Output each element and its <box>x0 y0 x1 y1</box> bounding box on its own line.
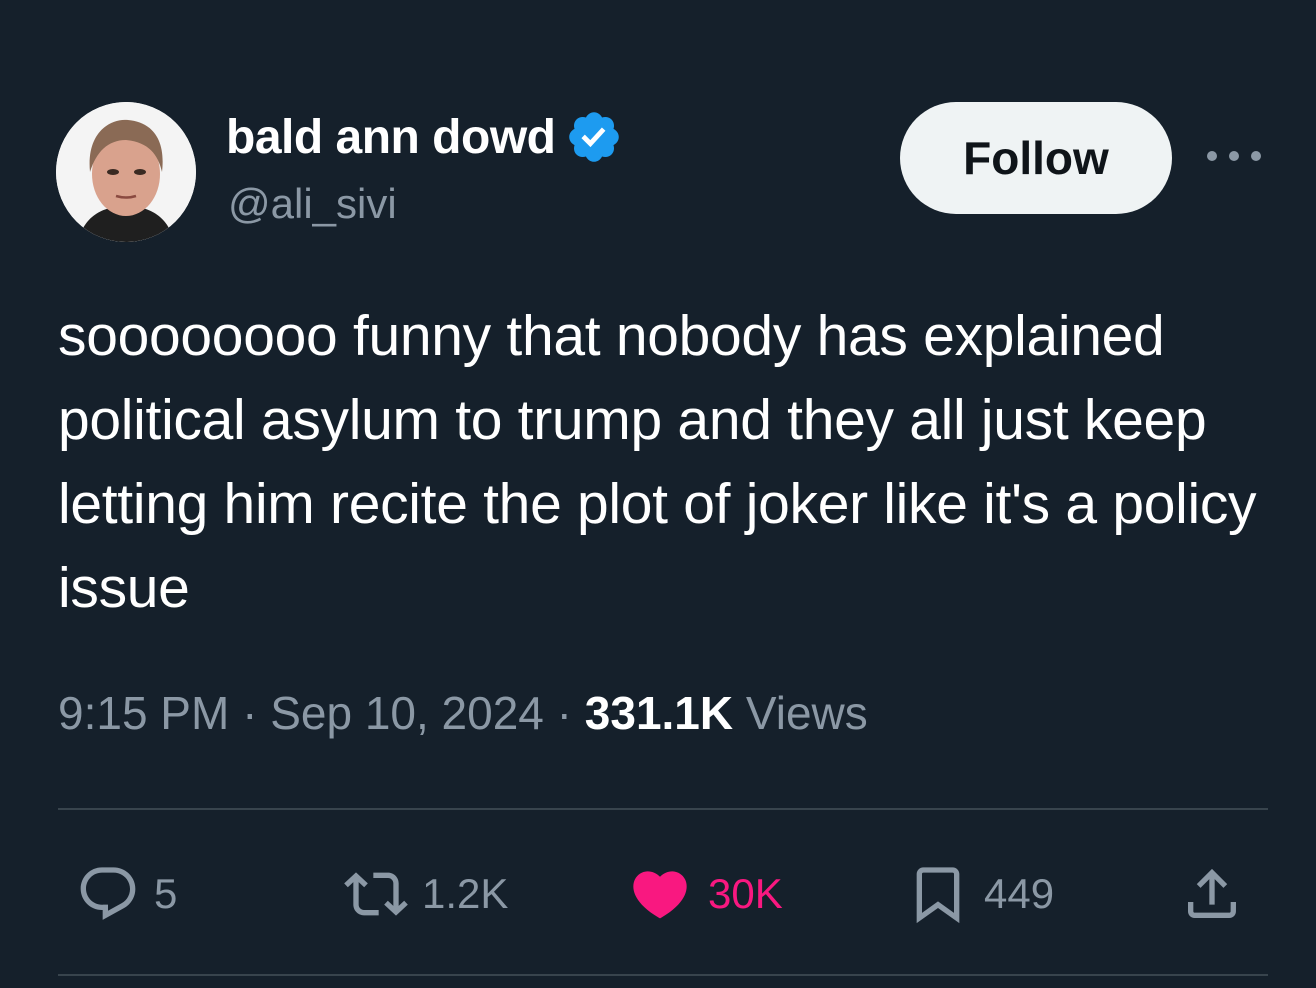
display-name-row: bald ann dowd <box>226 108 623 166</box>
user-handle[interactable]: @ali_sivi <box>228 180 397 228</box>
tweet-time[interactable]: 9:15 PM <box>58 687 229 739</box>
divider <box>58 974 1268 976</box>
views-count[interactable]: 331.1K <box>585 687 733 739</box>
bookmark-count: 449 <box>984 870 1055 917</box>
like-button[interactable]: 30K <box>626 862 783 926</box>
tweet-meta: 9:15 PM · Sep 10, 2024 · 331.1K Views <box>58 686 868 740</box>
share-button[interactable] <box>1180 862 1244 926</box>
profile-photo-icon <box>56 102 196 242</box>
retweet-count: 1.2K <box>422 870 509 917</box>
meta-separator: · <box>242 687 258 739</box>
bookmark-button[interactable]: 449 <box>906 862 1054 926</box>
tweet-text: soooooooo funny that nobody has explaine… <box>58 304 1257 620</box>
follow-button[interactable]: Follow <box>900 102 1172 214</box>
avatar[interactable] <box>56 102 196 242</box>
like-count: 30K <box>708 870 783 917</box>
reply-count: 5 <box>154 870 178 917</box>
tweet-date[interactable]: Sep 10, 2024 <box>270 687 544 739</box>
retweet-button[interactable]: 1.2K <box>344 862 508 926</box>
bookmark-icon <box>916 867 960 924</box>
meta-separator: · <box>556 687 572 739</box>
share-icon <box>1188 868 1236 918</box>
reply-button[interactable]: 5 <box>76 862 177 926</box>
views-label: Views <box>745 687 868 739</box>
display-name[interactable]: bald ann dowd <box>226 110 556 165</box>
tweet-card: bald ann dowd @ali_sivi Follow soooooooo… <box>0 0 1316 988</box>
reply-icon <box>80 867 136 920</box>
verified-badge-icon[interactable] <box>565 108 623 166</box>
divider <box>58 808 1268 810</box>
heart-icon <box>633 871 687 919</box>
ellipsis-icon[interactable] <box>1204 144 1264 168</box>
retweet-icon <box>344 872 408 916</box>
